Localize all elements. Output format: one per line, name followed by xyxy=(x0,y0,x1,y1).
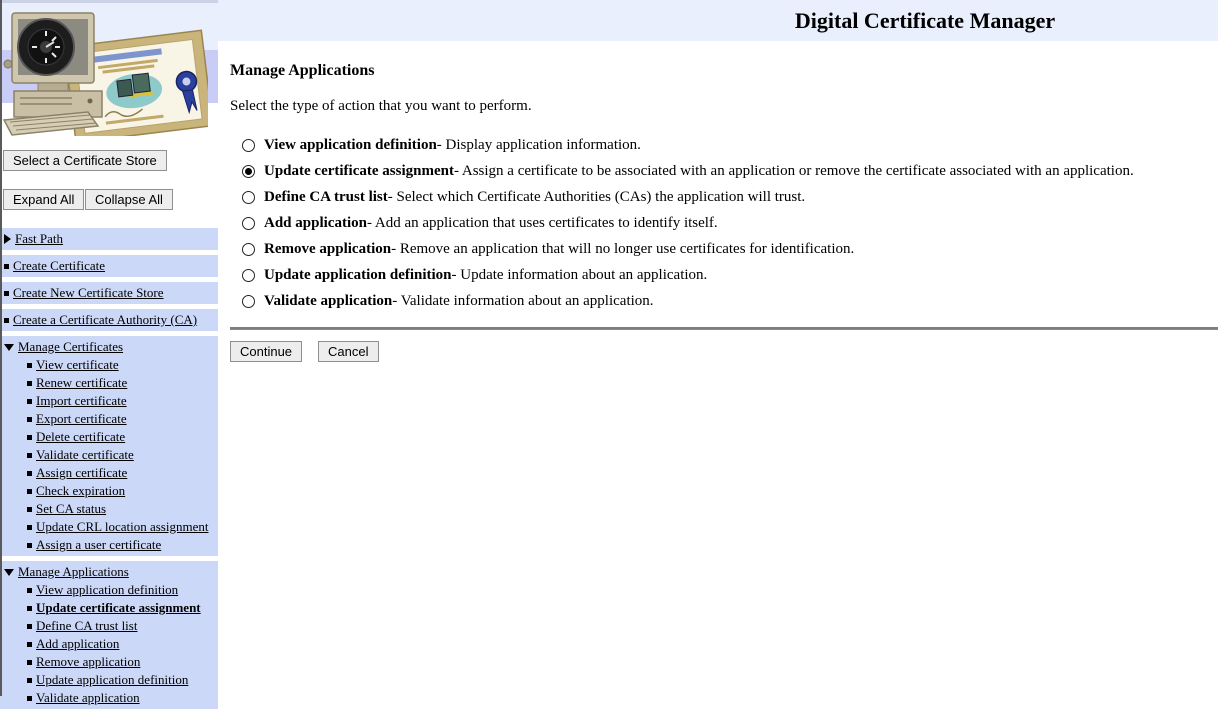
bullet-icon xyxy=(27,381,32,386)
sidebar-item-create-a-certificate-authority-ca[interactable]: Create a Certificate Authority (CA) xyxy=(13,312,197,327)
sidebar-item-fast-path[interactable]: Fast Path xyxy=(15,231,63,246)
sidebar-item-add-application[interactable]: Add application xyxy=(36,636,119,651)
banner-top-strip xyxy=(0,0,218,3)
sidebar-item-create-new-certificate-store[interactable]: Create New Certificate Store xyxy=(13,285,164,300)
bullet-icon xyxy=(27,489,32,494)
bullet-icon xyxy=(27,399,32,404)
bullet-icon xyxy=(27,678,32,683)
bullet-icon xyxy=(27,453,32,458)
sidebar-item-define-ca-trust-list[interactable]: Define CA trust list xyxy=(36,618,137,633)
sidebar-item-check-expiration[interactable]: Check expiration xyxy=(36,483,125,498)
divider xyxy=(230,327,1218,330)
select-certificate-store-button[interactable]: Select a Certificate Store xyxy=(3,150,167,171)
sidebar-item-manage-applications[interactable]: Manage Applications xyxy=(18,564,129,579)
section-heading: Manage Applications xyxy=(230,62,1218,80)
nav-block: Create a Certificate Authority (CA) xyxy=(0,309,218,331)
computer-lock-certificate-illustration xyxy=(2,4,208,136)
sidebar-item-assign-a-user-certificate[interactable]: Assign a user certificate xyxy=(36,537,161,552)
nav-block: Manage Certificates View certificate Renew… xyxy=(0,336,218,556)
sidebar-item-update-crl-location-assignment[interactable]: Update CRL location assignment xyxy=(36,519,208,534)
bullet-icon xyxy=(27,660,32,665)
nav-block: Create New Certificate Store xyxy=(0,282,218,304)
bullet-icon xyxy=(27,363,32,368)
option-description: - Display application information. xyxy=(437,137,641,154)
option-row: View application definition - Display ap… xyxy=(230,132,1218,158)
bullet-icon xyxy=(4,291,9,296)
bullet-icon xyxy=(27,642,32,647)
bullet-icon xyxy=(27,624,32,629)
option-label: Add application xyxy=(264,215,367,232)
radio-validate-application[interactable] xyxy=(242,295,255,308)
option-description: - Add an application that uses certifica… xyxy=(367,215,718,232)
sidebar-item-manage-certificates[interactable]: Manage Certificates xyxy=(18,339,123,354)
sidebar-item-create-certificate[interactable]: Create Certificate xyxy=(13,258,105,273)
sidebar-item-set-ca-status[interactable]: Set CA status xyxy=(36,501,106,516)
sidebar-item-import-certificate[interactable]: Import certificate xyxy=(36,393,127,408)
sidebar-item-view-application-definition[interactable]: View application definition xyxy=(36,582,178,597)
radio-add-application[interactable] xyxy=(242,217,255,230)
bullet-icon xyxy=(27,588,32,593)
sidebar-item-update-application-definition[interactable]: Update application definition xyxy=(36,672,188,687)
sidebar-item-export-certificate[interactable]: Export certificate xyxy=(36,411,127,426)
nav-block: Create Certificate xyxy=(0,255,218,277)
sidebar-item-remove-application[interactable]: Remove application xyxy=(36,654,140,669)
nav-block: Manage Applications View application defi… xyxy=(0,561,218,709)
option-row: Add application - Add an application tha… xyxy=(230,210,1218,236)
triangle-down-icon[interactable] xyxy=(4,344,14,351)
bullet-icon xyxy=(27,606,32,611)
sidebar-item-assign-certificate[interactable]: Assign certificate xyxy=(36,465,127,480)
bullet-icon xyxy=(4,264,9,269)
nav-block: Fast Path xyxy=(0,228,218,250)
action-buttons: Continue Cancel xyxy=(230,341,1218,362)
sidebar-nav: Fast Path Create Certificate Create New Ce… xyxy=(0,228,218,709)
continue-button[interactable]: Continue xyxy=(230,341,302,362)
bullet-icon xyxy=(27,435,32,440)
radio-update-application-definition[interactable] xyxy=(242,269,255,282)
sidebar-item-validate-application[interactable]: Validate application xyxy=(36,690,140,705)
radio-update-certificate-assignment[interactable] xyxy=(242,165,255,178)
radio-remove-application[interactable] xyxy=(242,243,255,256)
page-title: Digital Certificate Manager xyxy=(632,8,1218,34)
action-options: View application definition - Display ap… xyxy=(230,132,1218,314)
sidebar-item-delete-certificate[interactable]: Delete certificate xyxy=(36,429,125,444)
collapse-all-button[interactable]: Collapse All xyxy=(85,189,173,210)
option-label: Update application definition xyxy=(264,267,452,284)
option-description: - Validate information about an applicat… xyxy=(392,293,653,310)
bullet-icon xyxy=(27,417,32,422)
sidebar-item-validate-certificate[interactable]: Validate certificate xyxy=(36,447,134,462)
bullet-icon xyxy=(27,543,32,548)
option-description: - Update information about an applicatio… xyxy=(452,267,708,284)
radio-define-ca-trust-list[interactable] xyxy=(242,191,255,204)
option-label: Update certificate assignment xyxy=(264,163,454,180)
instruction-text: Select the type of action that you want … xyxy=(230,98,1218,115)
bullet-icon xyxy=(27,507,32,512)
banner xyxy=(0,0,218,140)
bullet-icon xyxy=(27,471,32,476)
option-description: - Remove an application that will no lon… xyxy=(391,241,854,258)
bullet-icon xyxy=(4,318,9,323)
option-description: - Assign a certificate to be associated … xyxy=(454,163,1134,180)
triangle-down-icon[interactable] xyxy=(4,569,14,576)
option-label: Validate application xyxy=(264,293,392,310)
sidebar-item-renew-certificate[interactable]: Renew certificate xyxy=(36,375,127,390)
option-label: View application definition xyxy=(264,137,437,154)
triangle-right-icon[interactable] xyxy=(4,234,11,244)
bullet-icon xyxy=(27,525,32,530)
sidebar-item-view-certificate[interactable]: View certificate xyxy=(36,357,119,372)
sidebar-item-update-certificate-assignment[interactable]: Update certificate assignment xyxy=(36,600,201,615)
option-description: - Select which Certificate Authorities (… xyxy=(388,189,805,206)
bullet-icon xyxy=(27,696,32,701)
option-row: Define CA trust list - Select which Cert… xyxy=(230,184,1218,210)
option-label: Remove application xyxy=(264,241,391,258)
option-row: Remove application - Remove an applicati… xyxy=(230,236,1218,262)
window-left-border xyxy=(0,0,2,696)
option-row: Update certificate assignment - Assign a… xyxy=(230,158,1218,184)
option-row: Update application definition - Update i… xyxy=(230,262,1218,288)
expand-all-button[interactable]: Expand All xyxy=(3,189,84,210)
radio-view-application-definition[interactable] xyxy=(242,139,255,152)
option-row: Validate application - Validate informat… xyxy=(230,288,1218,314)
cancel-button[interactable]: Cancel xyxy=(318,341,378,362)
main-content: Manage Applications Select the type of a… xyxy=(230,41,1218,362)
option-label: Define CA trust list xyxy=(264,189,388,206)
